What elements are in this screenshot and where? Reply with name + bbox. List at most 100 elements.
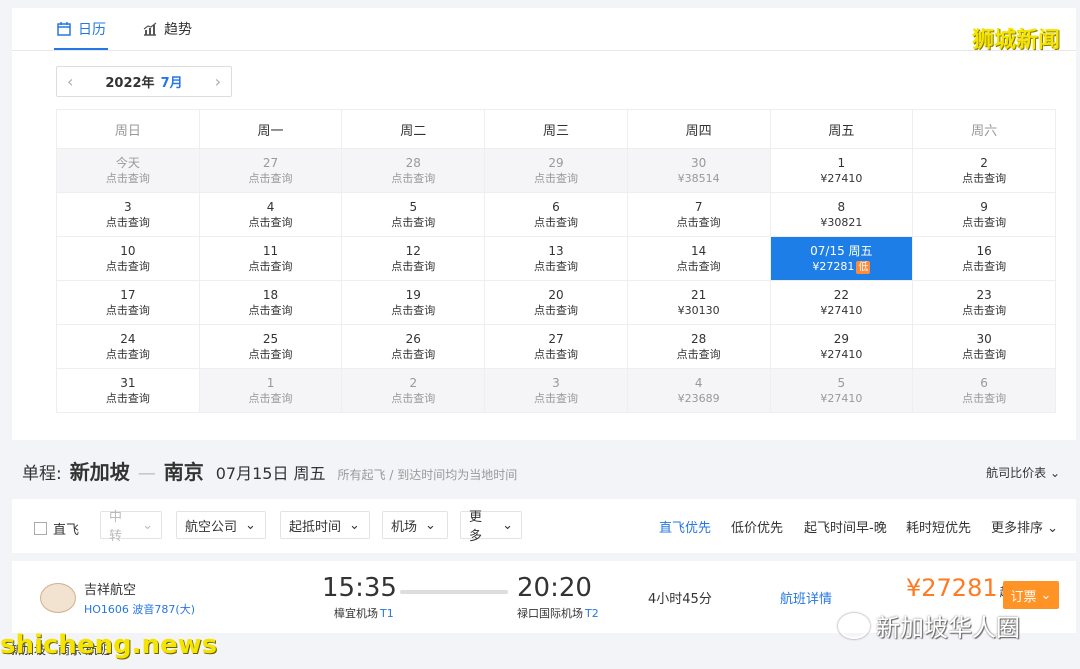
- watermark-left: shicheng.news: [0, 630, 217, 660]
- calendar-day[interactable]: 14点击查询: [627, 237, 770, 281]
- calendar-day[interactable]: 4¥23689: [627, 369, 770, 413]
- day-number: 今天: [57, 155, 199, 171]
- next-month-icon[interactable]: ›: [215, 72, 221, 91]
- calendar-day[interactable]: 18点击查询: [199, 281, 342, 325]
- day-number: 10: [57, 243, 199, 259]
- day-number: 30: [913, 331, 1055, 347]
- calendar-day[interactable]: 13点击查询: [485, 237, 628, 281]
- calendar-day[interactable]: 17点击查询: [57, 281, 200, 325]
- watermark-bottom: 新加坡华人圈: [838, 608, 1020, 643]
- day-price: 点击查询: [200, 215, 342, 231]
- sort-duration[interactable]: 耗时短优先: [906, 517, 971, 536]
- day-price: 点击查询: [200, 347, 342, 363]
- day-price: 点击查询: [628, 259, 770, 275]
- day-price: 点击查询: [57, 347, 199, 363]
- day-number: 1: [771, 155, 913, 171]
- calendar-day[interactable]: 25点击查询: [199, 325, 342, 369]
- calendar-day[interactable]: 6点击查询: [913, 369, 1056, 413]
- departure-time: 15:35: [322, 573, 397, 603]
- calendar-week: 31点击查询1点击查询2点击查询3点击查询4¥236895¥274106点击查询: [57, 369, 1056, 413]
- calendar-day[interactable]: 28点击查询: [342, 149, 485, 193]
- calendar-day[interactable]: 30¥38514: [627, 149, 770, 193]
- airline-compare-link[interactable]: 航司比价表 ⌄: [986, 464, 1060, 481]
- day-price: 点击查询: [913, 391, 1055, 407]
- calendar-day[interactable]: 23点击查询: [913, 281, 1056, 325]
- calendar-day[interactable]: 21¥30130: [627, 281, 770, 325]
- sort-more[interactable]: 更多排序 ⌄: [991, 517, 1058, 536]
- calendar-day[interactable]: 10点击查询: [57, 237, 200, 281]
- calendar-day[interactable]: 19点击查询: [342, 281, 485, 325]
- chevron-down-icon: ⌄: [1050, 466, 1060, 480]
- calendar-day[interactable]: 26点击查询: [342, 325, 485, 369]
- calendar-day[interactable]: 30点击查询: [913, 325, 1056, 369]
- day-number: 13: [485, 243, 627, 259]
- sort-price-low[interactable]: 低价优先: [731, 517, 783, 536]
- filter-bar: 直飞 中转⌄ 航空公司⌄ 起抵时间⌄ 机场⌄ 更多⌄ 直飞优先 低价优先 起飞时…: [12, 499, 1076, 553]
- weekday-header: 周日: [57, 110, 200, 149]
- calendar-day[interactable]: 16点击查询: [913, 237, 1056, 281]
- trip-type: 单程:: [22, 459, 62, 484]
- time-filter[interactable]: 起抵时间⌄: [280, 511, 370, 539]
- day-number: 3: [485, 375, 627, 391]
- day-number: 4: [628, 375, 770, 391]
- calendar-day[interactable]: 11点击查询: [199, 237, 342, 281]
- calendar-day[interactable]: 2点击查询: [342, 369, 485, 413]
- calendar-day[interactable]: 9点击查询: [913, 193, 1056, 237]
- day-number: 28: [628, 331, 770, 347]
- flight-detail-link[interactable]: 航班详情: [780, 588, 832, 607]
- day-number: 12: [342, 243, 484, 259]
- sort-direct-first[interactable]: 直飞优先: [659, 517, 711, 536]
- day-price: 点击查询: [485, 391, 627, 407]
- calendar-day[interactable]: 20点击查询: [485, 281, 628, 325]
- tab-calendar[interactable]: 日历: [56, 8, 106, 50]
- calendar-day[interactable]: 7点击查询: [627, 193, 770, 237]
- calendar-day[interactable]: 8¥30821: [770, 193, 913, 237]
- calendar-day[interactable]: 1¥27410: [770, 149, 913, 193]
- tab-trend[interactable]: 趋势: [142, 8, 192, 50]
- sort-departure-time[interactable]: 起飞时间早-晚: [804, 517, 887, 536]
- calendar-day[interactable]: 22¥27410: [770, 281, 913, 325]
- chevron-down-icon: ⌄: [502, 518, 513, 533]
- calendar-day[interactable]: 29点击查询: [485, 149, 628, 193]
- airport-filter[interactable]: 机场⌄: [382, 511, 448, 539]
- flight-number[interactable]: HO1606 波音787(大): [84, 601, 195, 617]
- calendar-day[interactable]: 6点击查询: [485, 193, 628, 237]
- day-price: 点击查询: [485, 303, 627, 319]
- calendar-day[interactable]: 12点击查询: [342, 237, 485, 281]
- day-price: 点击查询: [200, 303, 342, 319]
- more-filter[interactable]: 更多⌄: [460, 511, 522, 539]
- transfer-filter[interactable]: 中转⌄: [100, 511, 162, 539]
- calendar-day[interactable]: 27点击查询: [485, 325, 628, 369]
- calendar-day[interactable]: 2点击查询: [913, 149, 1056, 193]
- chevron-down-icon: ⌄: [1041, 588, 1052, 603]
- airline-filter[interactable]: 航空公司⌄: [176, 511, 266, 539]
- calendar-day[interactable]: 27点击查询: [199, 149, 342, 193]
- day-price: 点击查询: [628, 215, 770, 231]
- calendar-day[interactable]: 5点击查询: [342, 193, 485, 237]
- day-price: 点击查询: [200, 391, 342, 407]
- day-number: 5: [771, 375, 913, 391]
- weekday-header: 周一: [199, 110, 342, 149]
- calendar-day[interactable]: 31点击查询: [57, 369, 200, 413]
- calendar-day[interactable]: 5¥27410: [770, 369, 913, 413]
- day-number: 22: [771, 287, 913, 303]
- day-number: 2: [913, 155, 1055, 171]
- day-number: 31: [57, 375, 199, 391]
- calendar-day[interactable]: 4点击查询: [199, 193, 342, 237]
- calendar-day[interactable]: 3点击查询: [57, 193, 200, 237]
- calendar-day[interactable]: 今天点击查询: [57, 149, 200, 193]
- calendar-day[interactable]: 29¥27410: [770, 325, 913, 369]
- day-price: 点击查询: [342, 347, 484, 363]
- month-label: 2022年7月: [105, 72, 182, 91]
- calendar-day[interactable]: 3点击查询: [485, 369, 628, 413]
- direct-checkbox[interactable]: 直飞: [34, 519, 79, 538]
- calendar-day[interactable]: 1点击查询: [199, 369, 342, 413]
- day-price: 点击查询: [57, 303, 199, 319]
- day-number: 5: [342, 199, 484, 215]
- calendar-day[interactable]: 07/15 周五¥27281低: [770, 237, 913, 281]
- prev-month-icon[interactable]: ‹: [67, 72, 73, 91]
- chevron-down-icon: ⌄: [425, 518, 436, 533]
- book-button[interactable]: 订票⌄: [1003, 581, 1059, 609]
- calendar-day[interactable]: 28点击查询: [627, 325, 770, 369]
- calendar-day[interactable]: 24点击查询: [57, 325, 200, 369]
